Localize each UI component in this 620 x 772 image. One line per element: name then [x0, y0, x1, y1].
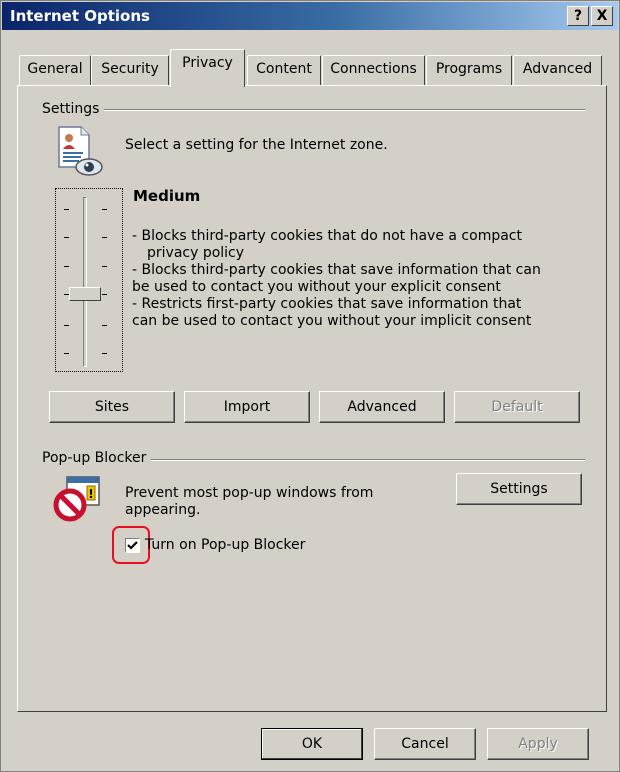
- popup-description-line-1: Prevent most pop-up windows from: [125, 485, 374, 501]
- tab-advanced[interactable]: Advanced: [513, 55, 602, 85]
- default-button[interactable]: Default: [454, 391, 580, 423]
- popup-blocker-checkbox[interactable]: [125, 538, 140, 553]
- privacy-level-title: Medium: [133, 187, 201, 205]
- slider-tick: [102, 325, 107, 326]
- slider-tick: [102, 266, 107, 267]
- tab-security[interactable]: Security: [91, 55, 169, 85]
- privacy-description-line: can be used to contact you without your …: [132, 313, 532, 329]
- settings-group-label: Settings: [37, 101, 105, 117]
- svg-text:!: !: [88, 487, 93, 501]
- tab-general[interactable]: General: [19, 55, 91, 85]
- ok-button-label: OK: [301, 736, 323, 752]
- close-button[interactable]: X: [591, 6, 613, 26]
- ok-button[interactable]: OK: [261, 728, 363, 760]
- cancel-button-label: Cancel: [401, 736, 449, 752]
- privacy-instruction-text: Select a setting for the Internet zone.: [125, 137, 388, 153]
- slider-tick: [102, 209, 107, 210]
- slider-tick: [64, 237, 69, 238]
- popup-settings-button-label: Settings: [490, 481, 548, 497]
- privacy-document-eye-icon: [58, 126, 103, 176]
- import-button[interactable]: Import: [184, 391, 310, 423]
- privacy-description-line: - Blocks third-party cookies that do not…: [132, 228, 522, 244]
- settings-group-divider: [37, 109, 585, 111]
- title-bar[interactable]: Internet Options ? X: [2, 2, 618, 30]
- privacy-description-line: be used to contact you without your expl…: [132, 279, 501, 295]
- tab-content[interactable]: Content: [247, 55, 321, 85]
- popup-blocked-icon: !: [53, 476, 100, 522]
- popup-group-label: Pop-up Blocker: [37, 450, 152, 466]
- apply-button[interactable]: Apply: [487, 728, 589, 760]
- sites-button-label: Sites: [94, 399, 130, 415]
- slider-tick: [102, 237, 107, 238]
- privacy-description-line: privacy policy: [147, 245, 245, 261]
- window-title: Internet Options: [10, 7, 150, 25]
- tab-connections[interactable]: Connections: [322, 55, 425, 85]
- privacy-description-line: - Restricts first-party cookies that sav…: [132, 296, 522, 312]
- slider-tick: [64, 325, 69, 326]
- default-button-label: Default: [491, 399, 543, 415]
- slider-tick: [64, 266, 69, 267]
- checkmark-icon: [127, 541, 138, 550]
- sites-button[interactable]: Sites: [49, 391, 175, 423]
- cancel-button[interactable]: Cancel: [374, 728, 476, 760]
- tab-privacy[interactable]: Privacy: [170, 49, 245, 87]
- advanced-button[interactable]: Advanced: [319, 391, 445, 423]
- import-button-label: Import: [223, 399, 271, 415]
- apply-button-label: Apply: [518, 736, 558, 752]
- slider-tick: [64, 353, 69, 354]
- privacy-slider-focus-box: [55, 188, 123, 372]
- popup-settings-button[interactable]: Settings: [456, 473, 582, 505]
- internet-options-window: Internet Options ? X General Security Pr…: [0, 0, 620, 772]
- advanced-button-label: Advanced: [347, 399, 417, 415]
- slider-tick: [102, 294, 107, 295]
- privacy-slider-track: [83, 197, 87, 367]
- slider-tick: [64, 209, 69, 210]
- tab-programs[interactable]: Programs: [426, 55, 512, 85]
- slider-tick: [102, 353, 107, 354]
- help-button[interactable]: ?: [567, 6, 589, 26]
- privacy-slider-thumb[interactable]: [69, 287, 101, 301]
- popup-description-line-2: appearing.: [125, 502, 201, 518]
- popup-blocker-checkbox-label[interactable]: Turn on Pop-up Blocker: [145, 537, 305, 554]
- privacy-description-line: - Blocks third-party cookies that save i…: [132, 262, 541, 278]
